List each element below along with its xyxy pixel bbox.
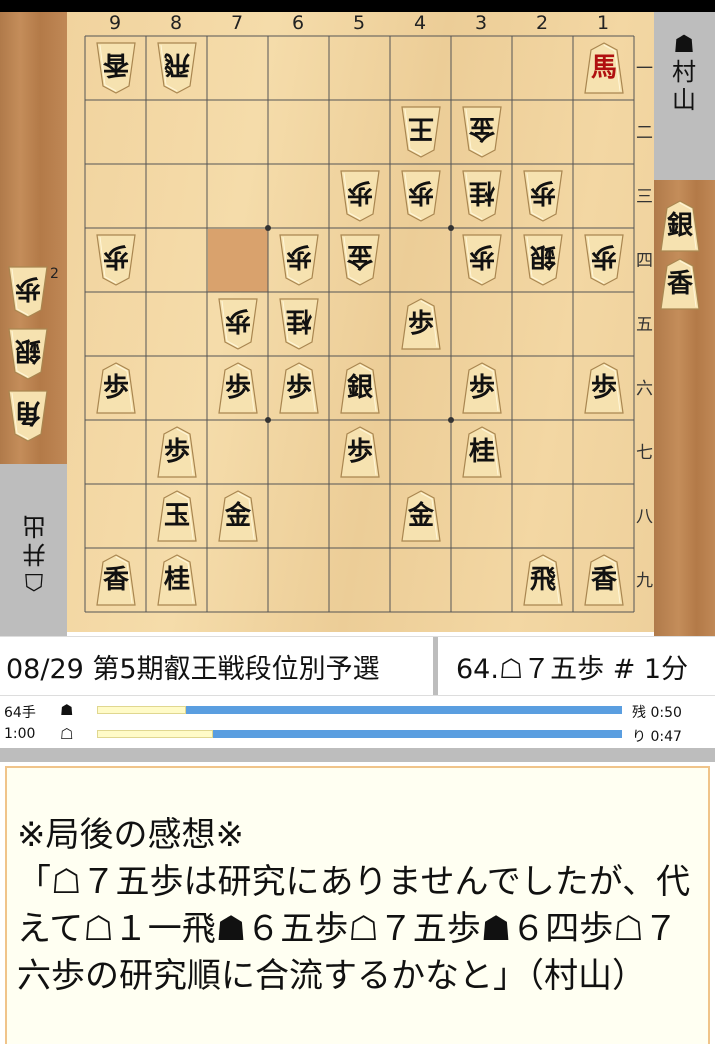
board-piece[interactable]: 歩 (401, 170, 441, 222)
rank-number: 九 (636, 571, 653, 591)
file-number: 2 (535, 12, 549, 34)
rank-number: 二 (636, 123, 653, 143)
board-piece[interactable]: 金 (218, 490, 258, 542)
base-time: 1:00 (4, 726, 36, 742)
gote-clock-row: 1:00 ☖ り 0:47 (0, 724, 715, 746)
rank-number: 五 (636, 315, 653, 335)
board-piece[interactable]: 桂 (462, 426, 502, 478)
gote-hand-piece[interactable]: 角 (8, 390, 48, 442)
board-piece[interactable]: 桂 (157, 554, 197, 606)
board-piece[interactable]: 金 (340, 234, 380, 286)
board-piece[interactable]: 香 (96, 554, 136, 606)
rank-number: 一 (636, 59, 653, 79)
board-piece[interactable]: 歩 (340, 170, 380, 222)
rank-number: 四 (636, 251, 653, 271)
board-piece[interactable]: 歩 (279, 362, 319, 414)
board-piece[interactable]: 歩 (218, 362, 258, 414)
file-number: 8 (169, 12, 183, 34)
board-piece[interactable]: 歩 (462, 362, 502, 414)
board-piece[interactable]: 香 (96, 42, 136, 94)
star-point (265, 225, 271, 231)
sente-hand-piece[interactable]: 銀 (660, 200, 700, 252)
gote-hand-count: 2 (50, 266, 59, 282)
star-point (265, 417, 271, 423)
board-piece[interactable]: 桂 (462, 170, 502, 222)
board-piece[interactable]: 歩 (96, 234, 136, 286)
gote-clock-mark: ☖ (60, 725, 74, 743)
move-count: 64手 (4, 705, 36, 721)
board-piece[interactable]: 玉 (157, 490, 197, 542)
file-number: 1 (596, 12, 610, 34)
board-piece[interactable]: 歩 (523, 170, 563, 222)
board-piece[interactable]: 銀 (523, 234, 563, 286)
board-piece[interactable]: 桂 (279, 298, 319, 350)
file-number: 7 (230, 12, 244, 34)
rank-number: 六 (636, 379, 653, 399)
board-piece[interactable]: 金 (401, 490, 441, 542)
sente-remaining: 残 0:50 (632, 705, 682, 721)
gote-hand-piece[interactable]: 歩 (8, 266, 48, 318)
file-number: 9 (108, 12, 122, 34)
comment-body: 「☖７五歩は研究にありませんでしたが、代えて☖１一飛☗６五歩☖７五歩☗６四歩☖７… (17, 862, 691, 996)
sente-clock-mark: ☗ (60, 701, 74, 719)
gote-hand-piece[interactable]: 銀 (8, 328, 48, 380)
file-number: 4 (413, 12, 427, 34)
board-piece[interactable]: 馬 (584, 42, 624, 94)
board-piece[interactable]: 金 (462, 106, 502, 158)
star-point (448, 225, 454, 231)
event-title[interactable]: 08/29 第5期叡王戦段位別予選 (6, 647, 430, 686)
board-piece[interactable]: 歩 (462, 234, 502, 286)
gote-time-used (97, 730, 213, 738)
star-point (448, 417, 454, 423)
rank-number: 三 (636, 187, 653, 207)
section-separator (0, 748, 715, 762)
current-move[interactable]: 64.☖７五歩 # 1分 (456, 647, 688, 686)
board-piece[interactable]: 王 (401, 106, 441, 158)
gote-time-bar (97, 730, 622, 738)
board-piece[interactable]: 歩 (584, 362, 624, 414)
board-piece[interactable]: 歩 (401, 298, 441, 350)
rank-number: 八 (636, 507, 653, 527)
clock-panel: 64手 ☗ 残 0:50 1:00 ☖ り 0:47 (0, 698, 715, 748)
board-piece[interactable]: 歩 (157, 426, 197, 478)
sente-clock-row: 64手 ☗ 残 0:50 (0, 700, 715, 722)
rank-number: 七 (636, 443, 653, 463)
file-number: 5 (352, 12, 366, 34)
game-info-row: 08/29 第5期叡王戦段位別予選 64.☖７五歩 # 1分 (0, 636, 715, 696)
file-number: 3 (474, 12, 488, 34)
board-grid (84, 35, 635, 613)
comment-title: ※局後の感想※ (17, 815, 244, 855)
board-piece[interactable]: 飛 (157, 42, 197, 94)
board-piece[interactable]: 歩 (96, 362, 136, 414)
board-piece[interactable]: 歩 (218, 298, 258, 350)
sente-time-used (97, 706, 187, 714)
board-piece[interactable]: 飛 (523, 554, 563, 606)
board-piece[interactable]: 歩 (340, 426, 380, 478)
comment-panel[interactable]: ※局後の感想※ 「☖７五歩は研究にありませんでしたが、代えて☖１一飛☗６五歩☖７… (5, 766, 710, 1044)
board-piece[interactable]: 歩 (584, 234, 624, 286)
sente-hand-piece[interactable]: 香 (660, 258, 700, 310)
file-number: 6 (291, 12, 305, 34)
board-piece[interactable]: 歩 (279, 234, 319, 286)
board-piece[interactable]: 銀 (340, 362, 380, 414)
gote-remaining: り 0:47 (632, 729, 682, 745)
sente-time-bar (97, 706, 622, 714)
board-piece[interactable]: 香 (584, 554, 624, 606)
info-divider (433, 637, 438, 695)
